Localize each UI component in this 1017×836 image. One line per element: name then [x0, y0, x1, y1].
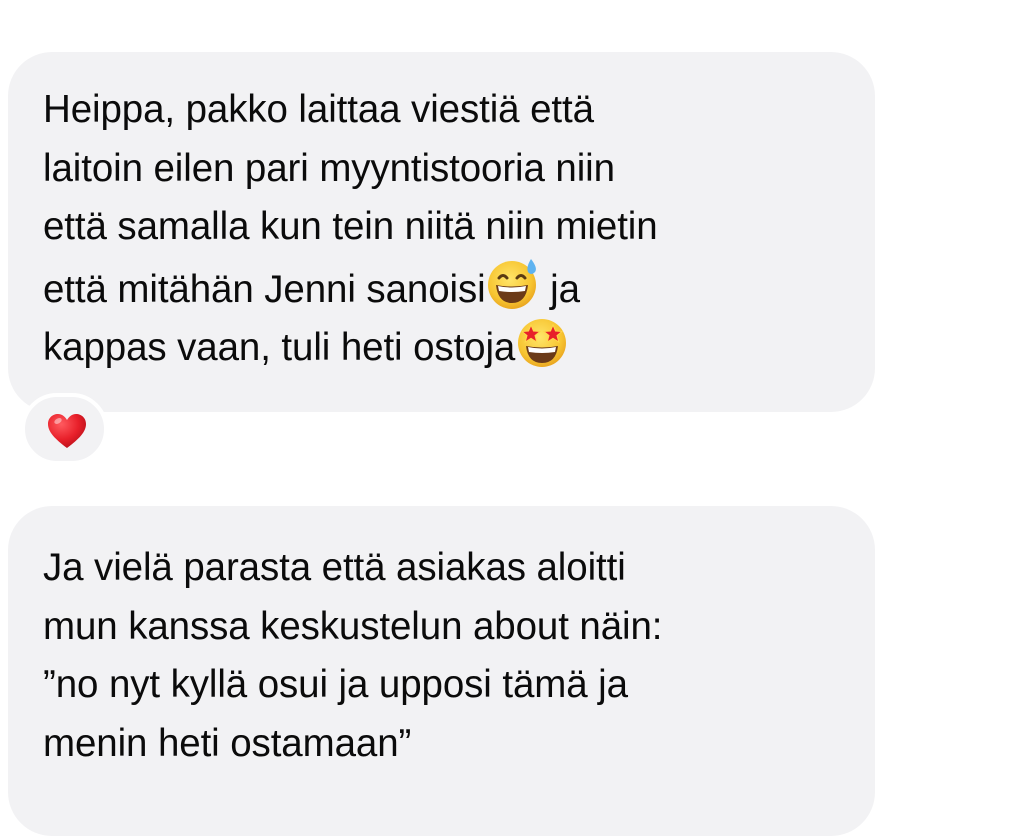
message-line: mun kanssa keskustelun about näin: [43, 604, 663, 648]
message-text: että mitähän Jenni sanoisi [43, 267, 486, 311]
reaction-badge[interactable] [21, 393, 108, 465]
message-line: Ja vielä parasta että asiakas aloitti [43, 546, 626, 589]
message-bubble[interactable]: Heippa, pakko laittaa viestiä että laito… [8, 52, 875, 412]
message-line: Heippa, pakko laittaa viestiä että [43, 88, 594, 131]
message-line: että samalla kun tein niitä niin mietin [43, 205, 658, 248]
red-heart-icon [48, 414, 86, 448]
grinning-sweat-icon [487, 258, 536, 309]
message-line: kappas vaan, tuli heti ostoja [43, 315, 845, 374]
message-line: että mitähän Jenni sanoisi ja [43, 257, 845, 316]
star-struck-icon [518, 319, 567, 367]
message-text: ja [539, 267, 580, 311]
message-text: kappas vaan, tuli heti ostoja [43, 326, 516, 369]
message-bubble[interactable]: Ja vielä parasta että asiakas aloitti mu… [8, 506, 875, 836]
message-line: ”no nyt kyllä osui ja upposi tämä ja [43, 663, 628, 706]
message-line: laitoin eilen pari myyntistooria niin [43, 146, 615, 190]
message-line: menin heti ostamaan” [43, 721, 412, 765]
